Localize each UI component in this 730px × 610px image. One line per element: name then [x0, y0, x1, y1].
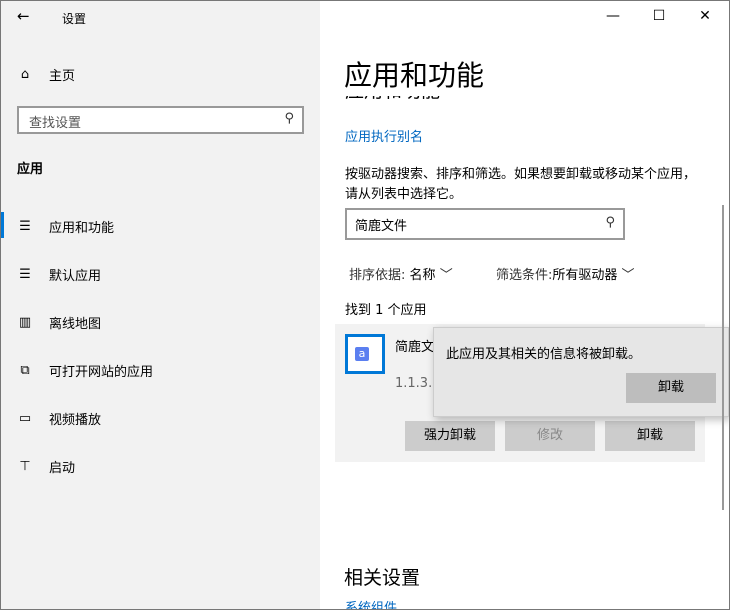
startup-icon: ⊤	[19, 458, 31, 474]
apps-features-icon: ☰	[19, 218, 31, 234]
uninstall-button[interactable]: 卸载	[605, 421, 695, 451]
apps-for-websites-icon: ⧉	[20, 362, 30, 378]
popup-message: 此应用及其相关的信息将被卸载。	[446, 347, 642, 362]
sidebar-item-apps-features[interactable]: ☰ 应用和功能	[0, 206, 320, 246]
app-icon: a	[345, 334, 385, 374]
sidebar-item-default-apps[interactable]: ☰ 默认应用	[0, 254, 320, 294]
uninstall-confirm-popup: 此应用及其相关的信息将被卸载。 卸载	[433, 327, 729, 417]
confirm-uninstall-button[interactable]: 卸载	[626, 373, 716, 403]
window-title: 设置	[62, 12, 87, 26]
back-button[interactable]: ←	[17, 7, 30, 25]
sidebar-item-offline-maps[interactable]: ▥ 离线地图	[0, 302, 320, 342]
sidebar-item-home[interactable]: ⌂ 主页	[0, 54, 320, 94]
main-panel: — ☐ ✕ 应用和功能 应用和功能 应用执行别名 按驱动器搜索、排序和筛选。如果…	[320, 0, 730, 610]
found-count: 找到 1 个应用	[345, 303, 427, 318]
scrollbar[interactable]	[722, 205, 724, 510]
modify-button[interactable]: 修改	[505, 421, 595, 451]
sidebar-item-apps-for-websites[interactable]: ⧉ 可打开网站的应用	[0, 350, 320, 390]
search-icon: ⚲	[605, 215, 615, 230]
sidebar-item-video-playback[interactable]: ▭ 视频播放	[0, 398, 320, 438]
maximize-button[interactable]: ☐	[636, 0, 682, 32]
force-uninstall-button[interactable]: 强力卸载	[405, 421, 495, 451]
chevron-down-icon: ﹀	[439, 268, 453, 283]
section-heading: 应用	[17, 162, 44, 177]
settings-search-input[interactable]: 查找设置 ⚲	[17, 106, 304, 134]
app-execution-alias-link[interactable]: 应用执行别名	[345, 126, 423, 145]
sidebar-item-startup[interactable]: ⊤ 启动	[0, 446, 320, 486]
close-button[interactable]: ✕	[682, 0, 728, 32]
search-icon: ⚲	[284, 111, 294, 126]
app-search-input[interactable]: 简鹿文件 ⚲	[345, 208, 625, 240]
home-icon: ⌂	[20, 66, 30, 82]
default-apps-icon: ☰	[19, 266, 31, 282]
video-playback-icon: ▭	[18, 410, 32, 426]
page-title: 应用和功能	[344, 59, 485, 92]
minimize-button[interactable]: —	[590, 0, 636, 32]
sidebar: ← 设置 ⌂ 主页 查找设置 ⚲ 应用 ☰ 应用和功能 ☰ 默认应用 ▥ 离线地图 ⧉…	[0, 0, 320, 610]
sort-dropdown[interactable]: 排序依据: 名称 ﹀	[349, 264, 453, 283]
description: 按驱动器搜索、排序和筛选。如果想要卸载或移动某个应用，请从列表中选择它。	[345, 167, 697, 202]
filter-dropdown[interactable]: 筛选条件:所有驱动器 ﹀	[496, 264, 635, 283]
chevron-down-icon: ﹀	[621, 268, 635, 283]
offline-maps-icon: ▥	[18, 314, 32, 330]
related-settings-heading: 相关设置	[344, 567, 421, 589]
system-components-link[interactable]: 系统组件	[345, 597, 397, 610]
